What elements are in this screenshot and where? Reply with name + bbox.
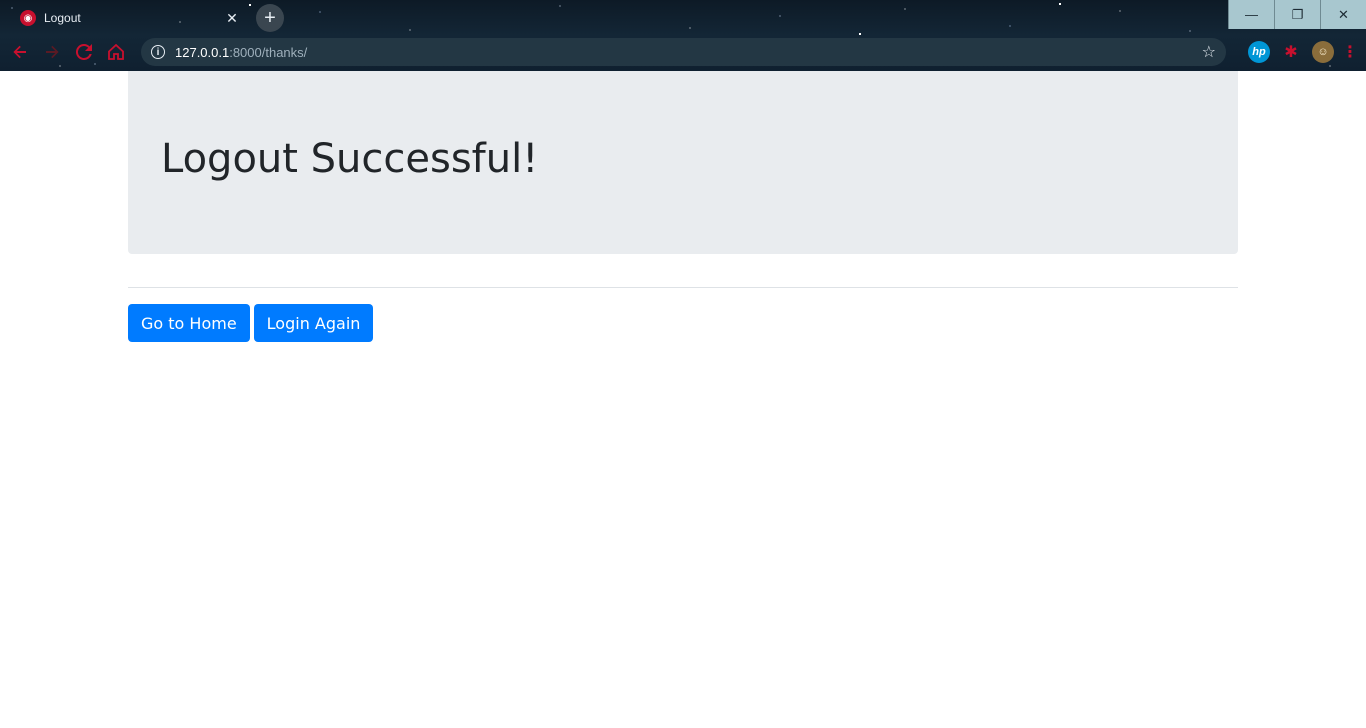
restore-button[interactable]: ❐ [1274, 0, 1320, 29]
bookmark-star-icon[interactable]: ☆ [1202, 42, 1216, 62]
profile-avatar[interactable]: ☺ [1312, 41, 1334, 63]
menu-kebab-icon[interactable]: ⋮ [1342, 41, 1358, 63]
divider [128, 287, 1238, 288]
hp-extension-icon[interactable]: hp [1248, 41, 1270, 63]
tab-close-icon[interactable]: ✕ [222, 8, 242, 28]
browser-toolbar: i 127.0.0.1:8000/thanks/ ☆ hp ✱ ☺ ⋮ [0, 34, 1366, 70]
browser-tab[interactable]: ◉ Logout ✕ [8, 2, 246, 34]
action-buttons: Go to Home Login Again [128, 304, 1238, 342]
extension-icons: hp ✱ ☺ ⋮ [1238, 38, 1358, 66]
page-container: Logout Successful! Go to Home Login Agai… [128, 71, 1238, 342]
go-home-button[interactable]: Go to Home [128, 304, 250, 342]
url-host: 127.0.0.1 [175, 44, 230, 60]
tab-title: Logout [44, 11, 81, 25]
address-bar[interactable]: i 127.0.0.1:8000/thanks/ ☆ [141, 38, 1226, 66]
login-again-button[interactable]: Login Again [253, 304, 374, 342]
home-icon[interactable] [102, 38, 130, 66]
minimize-button[interactable]: — [1228, 0, 1274, 29]
app-favicon-icon: ◉ [20, 10, 36, 26]
close-window-button[interactable]: ✕ [1320, 0, 1366, 29]
forward-arrow-icon[interactable] [38, 38, 66, 66]
new-tab-button[interactable]: + [256, 4, 284, 32]
url-text: 127.0.0.1:8000/thanks/ [175, 45, 1202, 60]
info-icon[interactable]: i [151, 45, 165, 59]
browser-chrome: ◉ Logout ✕ + — ❐ ✕ i 127.0.0.1:8000/than… [0, 0, 1366, 71]
jumbotron: Logout Successful! [128, 71, 1238, 254]
reload-icon[interactable] [70, 38, 98, 66]
puzzle-extension-icon[interactable]: ✱ [1280, 41, 1302, 63]
url-path: :8000/thanks/ [229, 44, 308, 60]
page-title: Logout Successful! [161, 136, 539, 182]
window-controls: — ❐ ✕ [1228, 0, 1366, 29]
back-arrow-icon[interactable] [6, 38, 34, 66]
